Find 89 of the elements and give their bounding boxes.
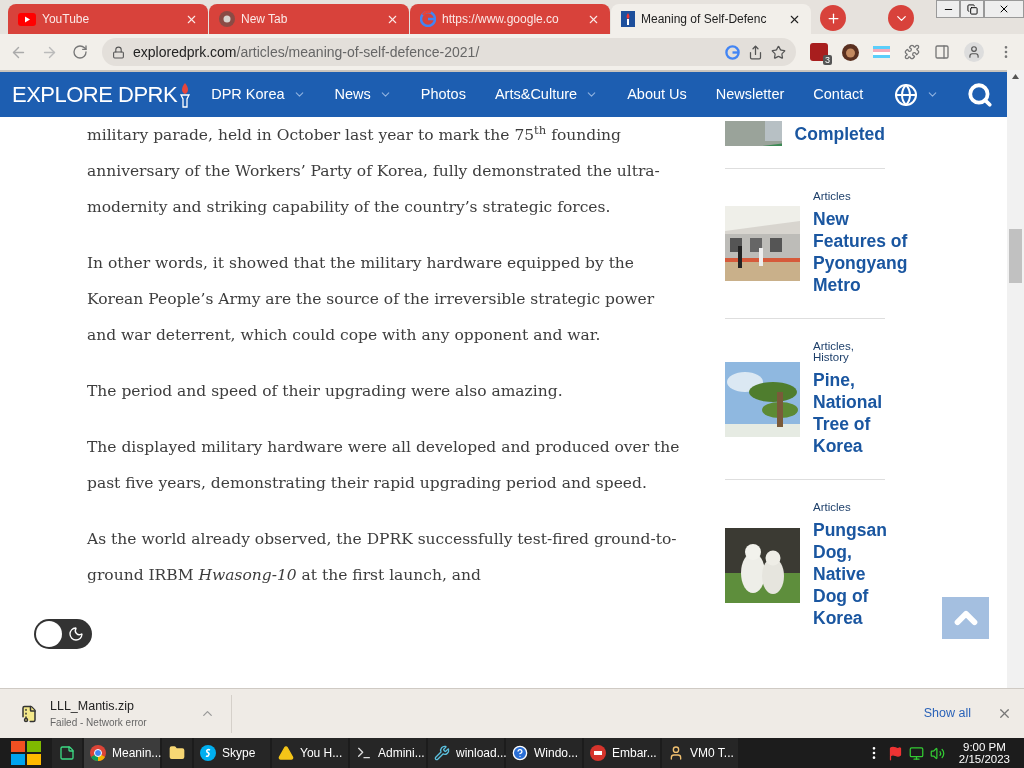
volume-icon[interactable]: [929, 745, 945, 761]
taskbar-button[interactable]: [52, 738, 82, 768]
taskbar-button[interactable]: Skype: [194, 738, 270, 768]
extension-badge: 3: [823, 55, 832, 65]
browser-logo-icon: [219, 11, 235, 27]
terminal-icon: [356, 745, 372, 761]
reload-icon[interactable]: [72, 44, 88, 60]
nav-link[interactable]: News: [334, 83, 392, 106]
article-link[interactable]: Pungsan Dog, Native Dog of Korea: [813, 519, 887, 629]
taskbar-button[interactable]: You H...: [272, 738, 348, 768]
share-icon[interactable]: [748, 44, 763, 60]
taskbar-button[interactable]: Embar...: [584, 738, 660, 768]
restore-icon: [966, 3, 978, 15]
download-status: Failed - Network error: [50, 716, 148, 731]
restore-button[interactable]: [960, 0, 984, 18]
scrollbar[interactable]: [1007, 70, 1024, 688]
globe-icon[interactable]: [894, 82, 918, 107]
download-file-name[interactable]: LLL_Mantis.zip: [50, 696, 200, 716]
windows-logo-icon[interactable]: [10, 740, 42, 766]
category-label[interactable]: Articles, History: [813, 341, 883, 363]
clock-time[interactable]: 9:00 PM: [963, 741, 1006, 753]
lock-icon: [112, 45, 125, 59]
taskbar-button[interactable]: Admini...: [350, 738, 426, 768]
network-icon[interactable]: [908, 745, 924, 761]
article-link[interactable]: New Features of Pyongyang Metro: [813, 208, 908, 296]
taskbar-button[interactable]: [162, 738, 192, 768]
google-g-icon[interactable]: [725, 44, 740, 60]
show-all-link[interactable]: Show all: [923, 704, 971, 723]
nav-link[interactable]: About Us: [627, 83, 687, 106]
moon-icon: [68, 626, 84, 642]
category-label[interactable]: Articles: [813, 502, 883, 513]
tab-title: New Tab: [241, 11, 289, 28]
nav-link[interactable]: DPR Korea: [211, 83, 306, 106]
dark-mode-toggle[interactable]: [34, 619, 92, 649]
browser-tab[interactable]: https://www.google.co: [410, 4, 610, 34]
wrench-icon: [434, 745, 450, 761]
plus-icon: [825, 10, 841, 26]
nav-link[interactable]: Contact: [813, 83, 864, 106]
puzzle-icon[interactable]: [904, 44, 920, 60]
person-icon: [668, 745, 684, 761]
nav-link[interactable]: Arts&Culture: [494, 83, 599, 106]
tab-search-button[interactable]: [888, 5, 914, 31]
browser-logo-icon: [90, 745, 106, 761]
address-field[interactable]: exploredprk.com/articles/meaning-of-self-defence-2021/: [102, 38, 796, 66]
taskbar-button[interactable]: Meanin...: [84, 738, 160, 768]
search-icon[interactable]: [967, 81, 993, 108]
url-text: exploredprk.com/articles/meaning-of-self-defence-2021/: [133, 42, 480, 62]
tab-title: https://www.google.co: [442, 11, 560, 28]
tab-title: Meaning of Self-Defenc: [641, 11, 768, 28]
taskbar-button[interactable]: VM0 T...: [662, 738, 738, 768]
zip-file-icon: [20, 704, 38, 723]
browser-tab[interactable]: YouTube: [8, 4, 208, 34]
category-label[interactable]: Articles: [813, 191, 883, 202]
chat-logo-icon: [200, 745, 216, 761]
new-tab-button[interactable]: [820, 5, 846, 31]
article-paragraph: As the world already observed, the DPRK successfully test-fired ground-to-ground IRBM Hwasong-10 at the first launch, and: [87, 529, 678, 586]
dev-logo-icon: [590, 745, 606, 761]
taskbar-button[interactable]: Windo...: [506, 738, 582, 768]
scroll-up-icon[interactable]: [1012, 74, 1019, 79]
browser-tab[interactable]: Meaning of Self-Defenc: [611, 4, 811, 34]
article-link[interactable]: Pine, National Tree of Korea: [813, 369, 883, 457]
browser-tab[interactable]: New Tab: [209, 4, 409, 34]
nav-link[interactable]: Newsletter: [715, 83, 785, 106]
google-g-icon: [420, 11, 436, 27]
star-icon[interactable]: [771, 44, 786, 60]
note-icon: [59, 745, 75, 761]
article-link[interactable]: Completed: [794, 122, 885, 145]
article-paragraph: The period and speed of their upgrading were also amazing.: [87, 381, 564, 402]
site-logo[interactable]: EXPLORE DPRK: [12, 78, 178, 111]
warning-icon: [278, 745, 294, 761]
torch-logo-icon: [621, 11, 635, 27]
clock-date[interactable]: 2/15/2023: [958, 753, 1010, 765]
article-paragraph: In other words, it showed that the military hardware equipped by the Korean People’s Army are the source of the irreversible strategic power and war deterrent, which could cope with any opponent and war.: [87, 253, 656, 346]
torch-icon: [179, 81, 192, 108]
person-icon: [967, 45, 981, 59]
tab-title: YouTube: [42, 11, 91, 28]
taskbar-button[interactable]: winload...: [428, 738, 504, 768]
video-logo-icon: [18, 12, 36, 26]
help-icon: [512, 745, 528, 761]
article-paragraph: military parade, held in October last year to mark the 75$^{th}$ founding anniversary of the Workers’ Party of Korea, fully demonstrated the ultra-modernity and striking capability of the country’s strategic forces.: [87, 122, 661, 218]
close-icon: [998, 3, 1010, 15]
article-paragraph: The displayed military hardware were all developed and produced over the past five years, demonstrating their rapid upgrading period and speed.: [87, 437, 680, 494]
profile-button[interactable]: [964, 42, 984, 62]
avatar-icon[interactable]: [842, 43, 859, 61]
nav-link[interactable]: Photos: [420, 83, 466, 106]
flag-icon[interactable]: [887, 745, 903, 761]
scrollbar-thumb[interactable]: [1009, 229, 1022, 283]
side-panel-icon[interactable]: [934, 44, 950, 60]
folder-icon: [169, 745, 185, 761]
